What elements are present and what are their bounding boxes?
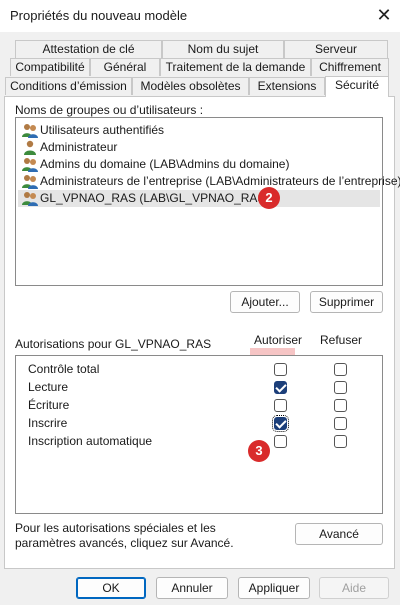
allow-checkbox[interactable]	[274, 399, 287, 412]
cancel-button[interactable]: Annuler	[156, 577, 228, 599]
tab-securite[interactable]: Sécurité	[325, 76, 389, 97]
allow-checkbox[interactable]	[274, 435, 287, 448]
group-users-icon	[22, 124, 38, 138]
tab-serveur[interactable]: Serveur	[284, 40, 388, 58]
group-users-icon	[22, 175, 38, 189]
list-item-user[interactable]: Administrateur	[18, 139, 380, 156]
user-name: Administrateur	[40, 140, 118, 154]
user-name: Administrateurs de l’entreprise (LAB\Adm…	[40, 174, 400, 188]
close-icon[interactable]: ✕	[372, 4, 396, 28]
list-item-user-selected[interactable]: GL_VPNAO_RAS (LAB\GL_VPNAO_RAS)	[18, 190, 380, 207]
deny-column-header: Refuser	[320, 333, 363, 347]
deny-checkbox[interactable]	[334, 399, 347, 412]
group-users-icon	[22, 158, 38, 172]
tab-modeles-obsoletes[interactable]: Modèles obsolètes	[132, 77, 249, 95]
permission-name: Inscription automatique	[28, 434, 153, 448]
tab-attestation-de-cle[interactable]: Attestation de clé	[15, 40, 162, 58]
deny-checkbox[interactable]	[334, 363, 347, 376]
group-users-icon	[22, 192, 38, 206]
user-name: GL_VPNAO_RAS (LAB\GL_VPNAO_RAS)	[40, 191, 270, 205]
allow-checkbox[interactable]	[272, 415, 289, 432]
window-title: Propriétés du nouveau modèle	[10, 8, 188, 23]
deny-checkbox[interactable]	[334, 435, 347, 448]
list-item-user[interactable]: Admins du domaine (LAB\Admins du domaine…	[18, 156, 380, 173]
apply-button[interactable]: Appliquer	[238, 577, 310, 599]
users-list[interactable]: Utilisateurs authentifiés Administrateur…	[15, 117, 400, 286]
permission-name: Inscrire	[28, 416, 68, 430]
permission-name: Contrôle total	[28, 362, 100, 376]
list-item-user[interactable]: Administrateurs de l’entreprise (LAB\Adm…	[18, 173, 400, 190]
deny-checkbox[interactable]	[334, 417, 347, 430]
allow-column-header: Autoriser	[254, 333, 303, 347]
tab-conditions-emission[interactable]: Conditions d’émission	[5, 77, 132, 95]
user-icon	[24, 140, 36, 155]
permissions-label: Autorisations pour GL_VPNAO_RAS	[15, 337, 212, 351]
tab-extensions[interactable]: Extensions	[249, 77, 325, 95]
annotation-badge: 3	[248, 440, 270, 462]
remove-button[interactable]: Supprimer	[310, 291, 383, 313]
tab-nom-du-sujet[interactable]: Nom du sujet	[162, 40, 284, 58]
add-button[interactable]: Ajouter...	[230, 291, 300, 313]
users-section-label: Noms de groupes ou d’utilisateurs :	[15, 103, 204, 117]
allow-checkbox[interactable]	[274, 363, 287, 376]
deny-checkbox[interactable]	[334, 381, 347, 394]
tab-compatibilite[interactable]: Compatibilité	[10, 58, 90, 76]
help-button: Aide	[319, 577, 389, 599]
annotation-badge: 2	[258, 187, 280, 209]
tab-traitement-de-la-demande[interactable]: Traitement de la demande	[160, 58, 311, 76]
advanced-button[interactable]: Avancé	[295, 523, 383, 545]
user-name: Admins du domaine (LAB\Admins du domaine…	[40, 157, 290, 171]
permission-name: Lecture	[28, 380, 69, 394]
allow-checkbox[interactable]	[274, 381, 287, 394]
list-item-user[interactable]: Utilisateurs authentifiés	[18, 122, 380, 139]
user-name: Utilisateurs authentifiés	[40, 123, 165, 137]
permissions-list: Contrôle total Lecture Écriture Inscrire…	[15, 355, 383, 514]
permission-name: Écriture	[28, 398, 70, 412]
tab-general[interactable]: Général	[90, 58, 160, 76]
ok-button[interactable]: OK	[76, 577, 146, 599]
tab-chiffrement[interactable]: Chiffrement	[311, 58, 389, 76]
advanced-description: Pour les autorisations spéciales et les …	[15, 521, 234, 550]
